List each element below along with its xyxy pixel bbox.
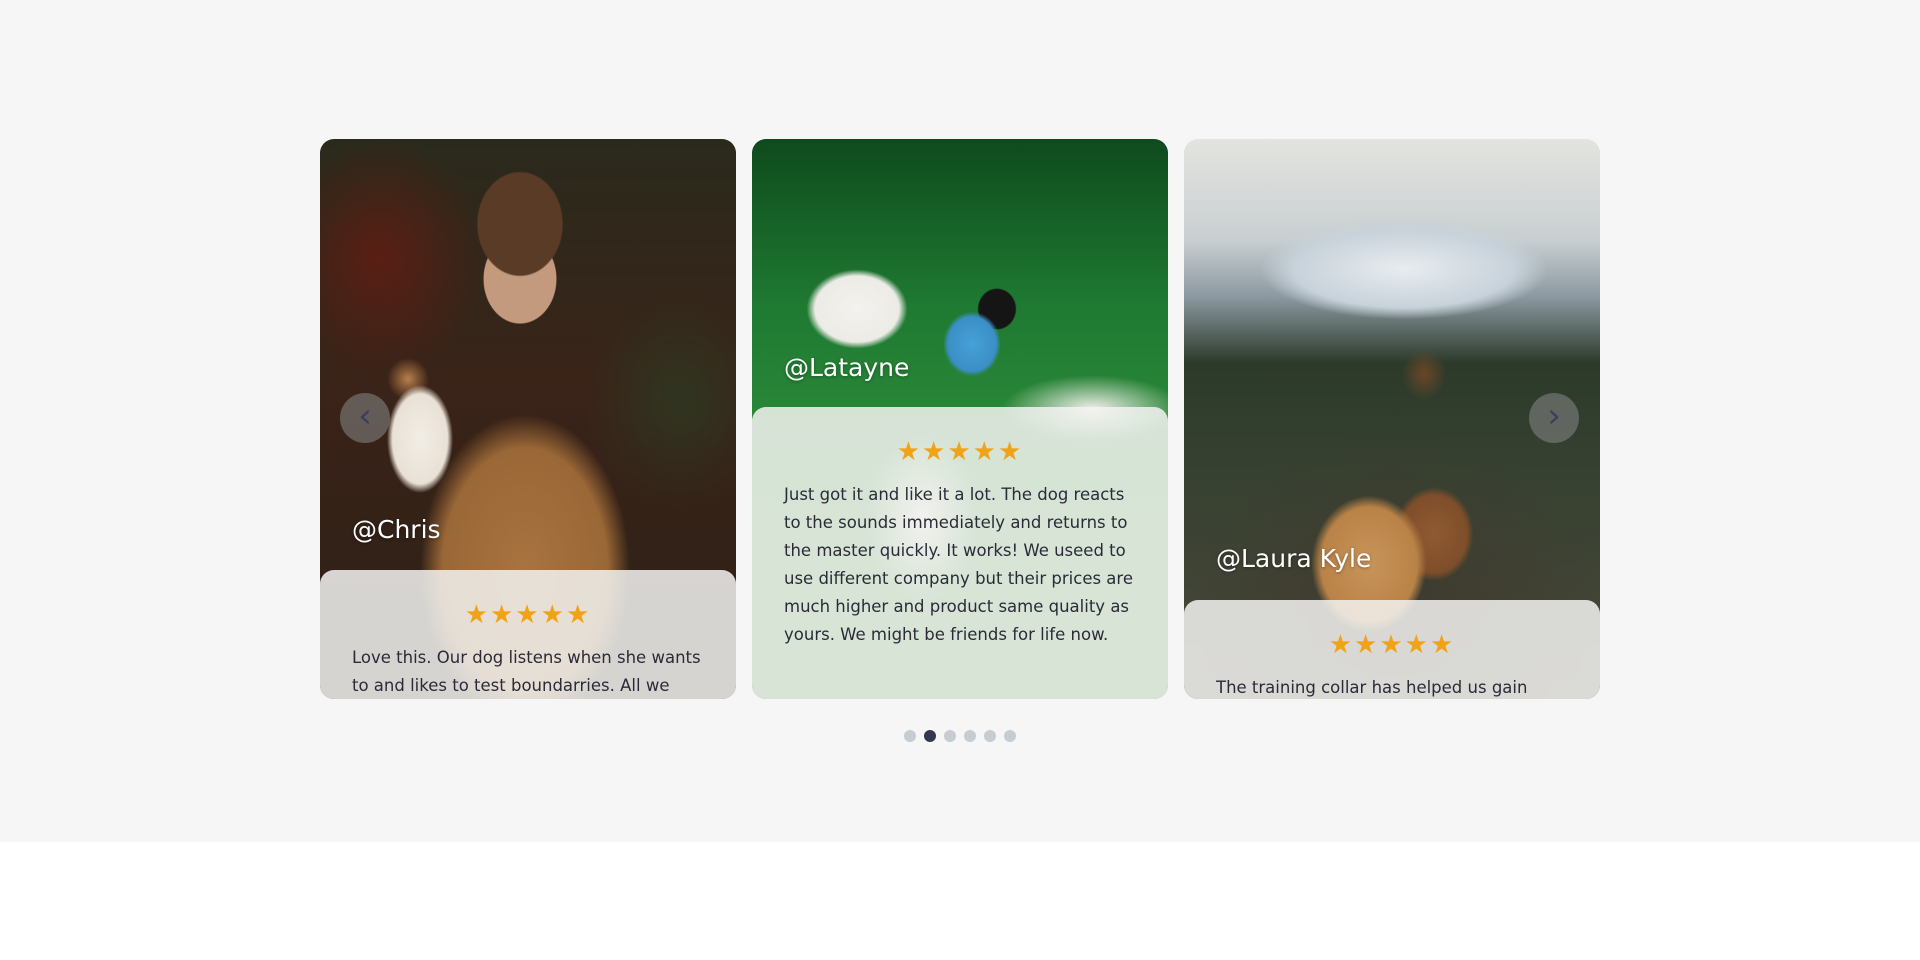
carousel-pagination <box>904 730 1016 742</box>
carousel-dot[interactable] <box>904 730 916 742</box>
testimonial-handle: @Chris <box>352 515 441 544</box>
testimonial-handle: @Latayne <box>784 353 910 382</box>
chevron-left-icon: ‹ <box>358 396 372 436</box>
star-rating: ★★★★★ <box>464 600 592 630</box>
chevron-right-icon: › <box>1547 396 1561 436</box>
star-rating: ★★★★★ <box>1328 630 1456 660</box>
testimonial-panel: ★★★★★ The training collar has helped us … <box>1184 600 1600 699</box>
carousel-next-button[interactable]: › <box>1529 393 1579 443</box>
testimonial-handle: @Laura Kyle <box>1216 544 1372 573</box>
testimonials-section: @Chris ★★★★★ Love this. Our dog listens … <box>0 0 1920 842</box>
carousel-prev-button[interactable]: ‹ <box>340 393 390 443</box>
carousel-dot[interactable] <box>964 730 976 742</box>
testimonial-card: @Latayne ★★★★★ Just got it and like it a… <box>752 139 1168 699</box>
carousel-dot[interactable] <box>944 730 956 742</box>
testimonial-quote: Just got it and like it a lot. The dog r… <box>784 485 1133 644</box>
testimonial-panel: ★★★★★ Love this. Our dog listens when sh… <box>320 570 736 699</box>
testimonial-quote: The training collar has helped us gain <box>1216 678 1528 697</box>
carousel-dot[interactable] <box>1004 730 1016 742</box>
carousel-dot[interactable] <box>984 730 996 742</box>
testimonial-panel: ★★★★★ Just got it and like it a lot. The… <box>752 407 1168 699</box>
testimonial-quote: Love this. Our dog listens when she want… <box>352 648 701 695</box>
carousel-dot[interactable] <box>924 730 936 742</box>
star-rating: ★★★★★ <box>896 437 1024 467</box>
